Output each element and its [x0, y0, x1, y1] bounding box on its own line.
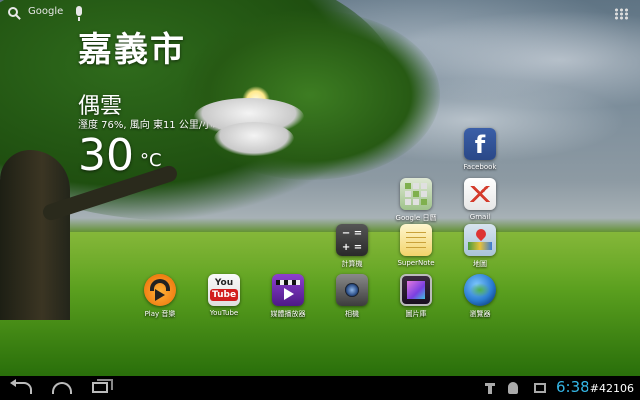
- recent-apps-icon[interactable]: [92, 379, 113, 393]
- app-youtube[interactable]: You Tube YouTube: [202, 274, 246, 317]
- weather-city[interactable]: 嘉義市: [78, 22, 186, 71]
- search-icon[interactable]: [8, 6, 18, 17]
- mic-icon[interactable]: [76, 6, 82, 21]
- play-music-icon[interactable]: [144, 274, 176, 306]
- partly-cloudy-icon: [180, 72, 304, 162]
- youtube-wordmark-you: You: [214, 278, 234, 288]
- app-media-player[interactable]: 媒體播放器: [266, 274, 310, 319]
- calculator-glyph: − = + =: [341, 228, 363, 253]
- app-label: Google 日曆: [395, 214, 437, 222]
- browser-icon[interactable]: [464, 274, 496, 306]
- weather-temperature-unit: °C: [140, 150, 162, 171]
- back-icon[interactable]: [10, 379, 32, 394]
- app-label: 媒體播放器: [270, 310, 306, 318]
- app-maps[interactable]: 地圖: [458, 224, 502, 269]
- app-label: 瀏覽器: [469, 310, 491, 318]
- facebook-icon[interactable]: f: [464, 128, 496, 160]
- app-supernote[interactable]: SuperNote: [394, 224, 438, 267]
- wallpaper-grass: [0, 232, 640, 376]
- supernote-icon[interactable]: [400, 224, 432, 256]
- screenshot-icon: [534, 383, 546, 393]
- search-label[interactable]: Google: [28, 6, 63, 17]
- app-label: Gmail: [469, 213, 491, 221]
- app-camera[interactable]: 相機: [330, 274, 374, 319]
- app-facebook[interactable]: f Facebook: [458, 128, 502, 171]
- cloud-icon: [214, 122, 294, 156]
- home-icon[interactable]: [52, 382, 72, 394]
- app-label: SuperNote: [397, 259, 435, 267]
- app-label: YouTube: [209, 309, 239, 317]
- app-label: Play 音樂: [144, 310, 176, 318]
- watermark-label: #42106: [587, 382, 636, 395]
- youtube-wordmark-tube: Tube: [209, 289, 239, 301]
- camera-icon[interactable]: [336, 274, 368, 306]
- app-google-calendar[interactable]: Google 日曆: [394, 178, 438, 223]
- app-label: 地圖: [473, 260, 487, 268]
- app-label: 圖片庫: [405, 310, 427, 318]
- youtube-icon[interactable]: You Tube: [208, 274, 240, 306]
- system-navbar: 6:38: [0, 376, 640, 400]
- media-player-icon[interactable]: [272, 274, 304, 306]
- app-gmail[interactable]: Gmail: [458, 178, 502, 221]
- google-search-bar[interactable]: Google: [8, 6, 63, 17]
- maps-icon[interactable]: [464, 224, 496, 256]
- wallpaper-tree-trunk: [0, 150, 70, 320]
- app-label: 相機: [345, 310, 359, 318]
- app-browser[interactable]: 瀏覽器: [458, 274, 502, 319]
- app-label: 計算機: [341, 260, 363, 268]
- app-label: Facebook: [463, 163, 497, 171]
- google-calendar-icon[interactable]: [400, 178, 432, 210]
- calculator-icon[interactable]: − = + =: [336, 224, 368, 256]
- app-play-music[interactable]: Play 音樂: [138, 274, 182, 319]
- apps-grid-icon[interactable]: [614, 8, 628, 20]
- status-clock[interactable]: 6:38: [556, 378, 590, 396]
- weather-temperature: 30: [78, 130, 134, 181]
- gmail-icon[interactable]: [464, 178, 496, 210]
- app-gallery[interactable]: 圖片庫: [394, 274, 438, 319]
- debug-icon: [508, 382, 518, 394]
- app-calculator[interactable]: − = + = 計算機: [330, 224, 374, 269]
- gallery-icon[interactable]: [400, 274, 432, 306]
- usb-icon: [485, 383, 495, 394]
